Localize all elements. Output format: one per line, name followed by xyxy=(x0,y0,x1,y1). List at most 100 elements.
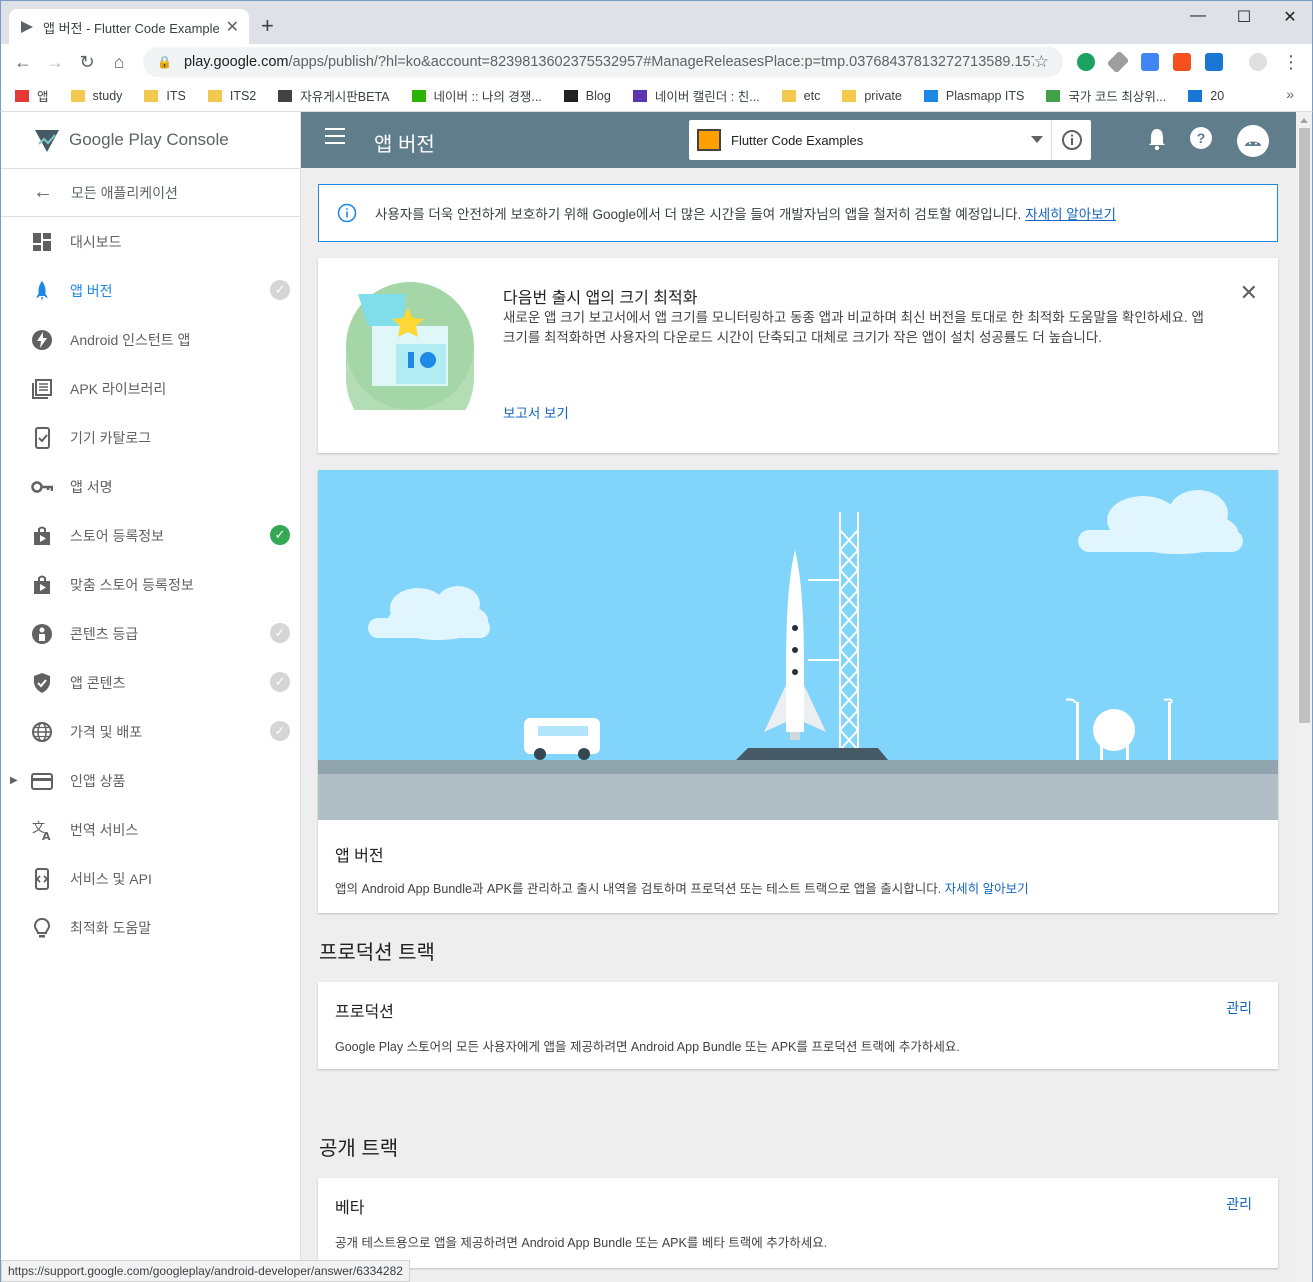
bookmark-item[interactable]: 국가 코드 최상위... xyxy=(1046,86,1166,105)
expand-arrow-icon[interactable]: ▶ xyxy=(10,775,18,786)
bookmark-item[interactable]: 자유게시판BETA xyxy=(278,86,390,105)
library-icon xyxy=(31,378,53,400)
app-name: Flutter Code Examples xyxy=(731,132,864,148)
help-icon[interactable]: ? xyxy=(1189,126,1213,150)
folder-icon xyxy=(842,89,857,102)
logo-text: Google Play Console xyxy=(69,130,229,149)
close-window-button[interactable]: ✕ xyxy=(1267,7,1313,27)
sidebar-item-label: Android 인스턴트 앱 xyxy=(70,331,191,348)
eyedropper-icon[interactable] xyxy=(1106,50,1130,74)
scrollbar-thumb[interactable] xyxy=(1299,128,1310,723)
bookmark-item[interactable]: Plasmapp ITS xyxy=(923,89,1024,103)
sidebar-item-14[interactable]: 서비스 및 API xyxy=(1,854,300,903)
production-manage-link[interactable]: 관리 xyxy=(1226,998,1252,1018)
bookmark-item[interactable]: ITS2 xyxy=(207,88,257,103)
bookmark-item[interactable]: 네이버 :: 나의 경쟁... xyxy=(411,86,542,105)
app-selector[interactable]: Flutter Code Examples xyxy=(689,120,1091,160)
player-extension-icon[interactable] xyxy=(1205,53,1223,71)
sidebar-item-11[interactable]: 가격 및 배포 ✓ xyxy=(1,707,300,756)
extension-green-icon[interactable] xyxy=(1077,53,1095,71)
check-circle-icon: ✓ xyxy=(270,721,290,741)
sidebar-item-label: 앱 콘텐츠 xyxy=(70,674,126,691)
sidebar-item-9[interactable]: 콘텐츠 등급 ✓ xyxy=(1,609,300,658)
close-icon[interactable]: ✕ xyxy=(1240,280,1258,306)
account-avatar-icon[interactable] xyxy=(1236,124,1270,158)
sidebar-item-6[interactable]: 앱 서명 xyxy=(1,462,300,511)
bookmark-item[interactable]: private xyxy=(842,89,902,103)
store-icon xyxy=(31,525,53,547)
sidebar-item-1[interactable]: 대시보드 xyxy=(1,217,300,266)
sidebar-item-4[interactable]: APK 라이브러리 xyxy=(1,364,300,413)
sidebar-item-3[interactable]: Android 인스턴트 앱 xyxy=(1,315,300,364)
notice-learn-more-link[interactable]: 자세히 알아보기 xyxy=(1025,203,1116,223)
calendar-icon xyxy=(632,89,647,102)
translate-extension-icon[interactable] xyxy=(1141,53,1159,71)
rating-icon xyxy=(31,623,53,645)
check-circle-icon: ✓ xyxy=(270,280,290,300)
forward-icon[interactable]: → xyxy=(43,50,67,74)
bookmark-label: private xyxy=(864,88,902,103)
bookmark-label: ITS xyxy=(166,88,186,103)
sidebar-item-13[interactable]: 文 A 번역 서비스 xyxy=(1,805,300,854)
view-report-link[interactable]: 보고서 보기 xyxy=(503,402,569,422)
bookmark-label: ITS2 xyxy=(229,88,257,103)
profile-icon[interactable] xyxy=(1249,53,1267,71)
store-icon xyxy=(31,574,53,596)
back-icon[interactable]: ← xyxy=(11,50,35,74)
notifications-bell-icon[interactable] xyxy=(1146,126,1168,152)
bookmark-item[interactable]: etc xyxy=(781,89,820,103)
all-applications-link[interactable]: ← 모든 애플리케이션 xyxy=(1,169,300,217)
tab-close-icon[interactable]: ✕ xyxy=(226,17,239,37)
bookmark-star-icon[interactable]: ☆ xyxy=(1034,52,1049,72)
minimize-button[interactable]: — xyxy=(1175,7,1221,25)
optimization-card-title: 다음번 출시 앱의 크기 최적화 xyxy=(503,290,698,307)
bookmark-item[interactable]: 20 xyxy=(1188,89,1224,103)
new-tab-button[interactable]: + xyxy=(261,13,274,39)
sidebar-item-2[interactable]: 앱 버전 ✓ xyxy=(1,266,300,315)
sidebar-item-12[interactable]: ▶ 인앱 상품 xyxy=(1,756,300,805)
folder-icon xyxy=(70,89,85,102)
bookmark-item[interactable]: 앱 xyxy=(15,86,49,105)
rocket-launch-illustration xyxy=(318,470,1278,820)
reload-icon[interactable]: ↻ xyxy=(75,50,99,74)
page-scrollbar[interactable] xyxy=(1296,112,1313,1282)
sidebar-item-label: APK 라이브러리 xyxy=(70,380,167,397)
address-bar[interactable]: 🔒 play.google.com/apps/publish/?hl=ko&ac… xyxy=(143,47,1063,77)
translate-icon: 文A xyxy=(31,819,53,841)
app-release-learn-more-link[interactable]: 자세히 알아보기 xyxy=(945,882,1029,896)
app-bar: 앱 버전 Flutter Code Examples ? xyxy=(301,112,1296,168)
bookmark-item[interactable]: ITS xyxy=(144,88,186,103)
rocket-icon xyxy=(31,280,53,302)
production-track-card: 프로덕션 관리 Google Play 스토어의 모든 사용자에게 앱을 제공하… xyxy=(318,982,1278,1069)
play-console-logo[interactable]: Google Play Console xyxy=(1,112,300,169)
scroll-up-arrow-icon[interactable] xyxy=(1300,118,1308,123)
app-release-title: 앱 버전 xyxy=(335,848,384,865)
sidebar-item-8[interactable]: 맞춤 스토어 등록정보 xyxy=(1,560,300,609)
bolt-icon xyxy=(31,329,53,351)
bookmark-item[interactable]: 네이버 캘린더 : 친... xyxy=(632,86,760,105)
beta-manage-link[interactable]: 관리 xyxy=(1226,1194,1252,1214)
beta-track-description: 공개 테스트용으로 앱을 제공하려면 Android App Bundle 또는… xyxy=(335,1236,828,1250)
sidebar-item-5[interactable]: 기기 카탈로그 xyxy=(1,413,300,462)
home-icon[interactable]: ⌂ xyxy=(107,50,131,74)
ex-extension-icon[interactable] xyxy=(1173,53,1191,71)
shield-icon xyxy=(31,672,53,694)
menu-icon[interactable] xyxy=(325,128,345,149)
sidebar-item-label: 서비스 및 API xyxy=(70,870,152,887)
open-track-heading: 공개 트랙 xyxy=(319,1138,399,1160)
folder-icon xyxy=(144,89,159,102)
menu-dots-icon[interactable]: ⋮ xyxy=(1279,50,1303,74)
sidebar-item-label: 가격 및 배포 xyxy=(70,723,143,740)
info-button[interactable] xyxy=(1051,120,1091,160)
bookmark-item[interactable]: study xyxy=(70,88,123,103)
bookmarks-overflow-icon[interactable]: » xyxy=(1286,86,1294,102)
bookmark-label: study xyxy=(92,88,123,103)
maximize-button[interactable]: ☐ xyxy=(1221,7,1267,27)
review-notice-banner: 사용자를 더욱 안전하게 보호하기 위해 Google에서 더 많은 시간을 들… xyxy=(318,184,1278,242)
sidebar-item-15[interactable]: 최적화 도움말 xyxy=(1,903,300,952)
browser-tab[interactable]: 앱 버전 - Flutter Code Example ✕ xyxy=(9,9,249,45)
sidebar-item-7[interactable]: 스토어 등록정보 ✓ xyxy=(1,511,300,560)
bookmark-item[interactable]: Blog xyxy=(563,89,611,103)
sidebar-item-10[interactable]: 앱 콘텐츠 ✓ xyxy=(1,658,300,707)
play-console-logo-icon xyxy=(35,130,59,152)
